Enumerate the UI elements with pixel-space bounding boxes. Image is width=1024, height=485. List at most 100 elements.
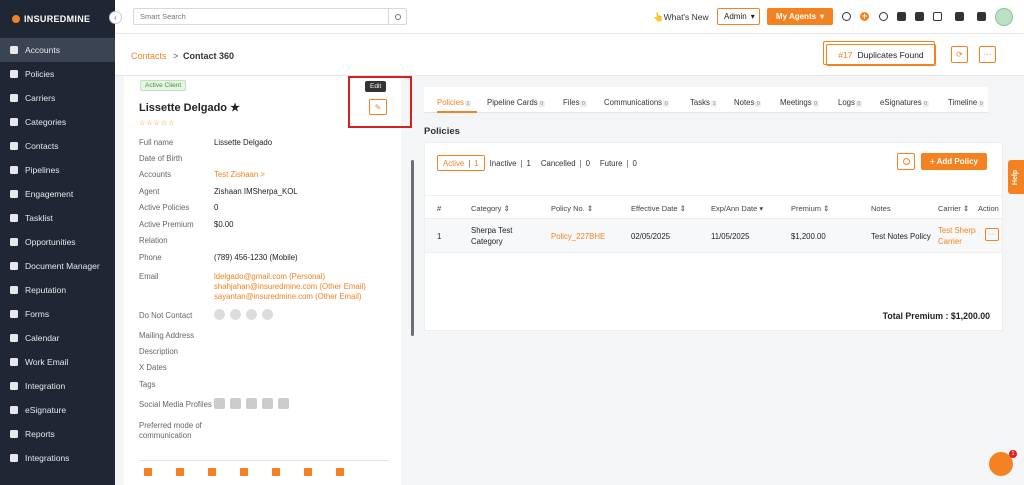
carrier-link-line2[interactable]: Carrier — [938, 237, 962, 246]
filter-active[interactable]: Active | 1 — [437, 155, 485, 171]
sidebar-item-label: Calendar — [25, 333, 60, 343]
filter-future[interactable]: Future | 0 — [595, 155, 642, 171]
search-button[interactable] — [388, 9, 406, 24]
help-tab[interactable]: Help — [1008, 160, 1024, 194]
refresh-icon[interactable] — [842, 12, 851, 21]
sidebar-collapse-button[interactable]: ‹ — [109, 11, 122, 24]
sms-icon[interactable] — [230, 309, 241, 320]
sidebar-item-label: eSignature — [25, 405, 67, 415]
email-link[interactable]: sayantan@insuredmine.com (Other Email) — [214, 292, 361, 301]
filter-cancelled[interactable]: Cancelled | 0 — [536, 155, 595, 171]
message-icon[interactable] — [915, 12, 924, 21]
column-header[interactable]: Carrier ⇕ — [938, 204, 969, 213]
tab-policies[interactable]: Policies 1 — [437, 98, 471, 107]
twitter-icon[interactable] — [246, 398, 257, 409]
policy-search-button[interactable] — [897, 153, 915, 170]
email-action-icon[interactable] — [144, 468, 152, 476]
sidebar-item-reports[interactable]: Reports — [0, 422, 115, 446]
instagram-icon[interactable] — [262, 398, 273, 409]
mail-icon[interactable] — [262, 309, 273, 320]
email-link[interactable]: shahjahan@insuredmine.com (Other Email) — [214, 282, 366, 291]
email-icon[interactable] — [214, 309, 225, 320]
phone-icon[interactable] — [246, 309, 257, 320]
edit-contact-button[interactable]: ✎ — [369, 99, 387, 115]
sidebar-item-work-email[interactable]: Work Email — [0, 350, 115, 374]
sidebar-item-esignature[interactable]: eSignature — [0, 398, 115, 422]
tab-files[interactable]: Files 0 — [563, 98, 587, 107]
breadcrumb-contacts-link[interactable]: Contacts — [131, 51, 167, 61]
more-options-button[interactable]: ··· — [979, 46, 996, 63]
filter-inactive[interactable]: Inactive | 1 — [485, 155, 536, 171]
role-select[interactable]: Admin ▾ — [717, 8, 760, 25]
sidebar-item-label: Pipelines — [25, 165, 60, 175]
facebook-icon[interactable] — [230, 398, 241, 409]
sidebar-item-integration[interactable]: Integration — [0, 374, 115, 398]
tab-communications[interactable]: Communications 0 — [604, 98, 670, 107]
message-action-icon[interactable] — [176, 468, 184, 476]
sidebar-item-opportunities[interactable]: Opportunities — [0, 230, 115, 254]
sidebar-item-calendar[interactable]: Calendar — [0, 326, 115, 350]
user-avatar[interactable] — [995, 8, 1013, 26]
logo[interactable]: INSUREDMINE — [0, 0, 115, 38]
sync-button[interactable]: ⟳ — [951, 46, 968, 63]
tab-logs[interactable]: Logs 0 — [838, 98, 862, 107]
column-header[interactable]: Effective Date ⇕ — [631, 204, 686, 213]
smart-search-input[interactable] — [134, 9, 384, 24]
sidebar-item-policies[interactable]: Policies — [0, 62, 115, 86]
clock-icon[interactable] — [879, 12, 888, 21]
sidebar-item-forms[interactable]: Forms — [0, 302, 115, 326]
rating-stars[interactable]: ☆☆☆☆☆ — [139, 119, 175, 127]
notification-icon[interactable] — [897, 12, 906, 21]
sidebar-item-pipelines[interactable]: Pipelines — [0, 158, 115, 182]
whats-new-link[interactable]: 👆What's New — [653, 12, 709, 23]
sidebar-item-contacts[interactable]: Contacts — [0, 134, 115, 158]
field-value[interactable]: Test Zishaan > — [214, 170, 265, 179]
document-icon[interactable] — [977, 12, 986, 21]
filter-label: Future — [599, 158, 623, 168]
field-label: Date of Birth — [139, 154, 183, 163]
tab-notes[interactable]: Notes 0 — [734, 98, 762, 107]
linkedin-icon[interactable] — [214, 398, 225, 409]
sidebar-item-carriers[interactable]: Carriers — [0, 86, 115, 110]
folder-action-icon[interactable] — [336, 468, 344, 476]
phone-icon[interactable] — [933, 12, 942, 21]
tab-meetings[interactable]: Meetings 0 — [780, 98, 819, 107]
sidebar-item-engagement[interactable]: Engagement — [0, 182, 115, 206]
favorite-star-icon[interactable]: ★ — [230, 102, 240, 114]
add-policy-button[interactable]: + Add Policy — [921, 153, 987, 170]
filter-count: 0 — [585, 158, 590, 168]
filter-label: Inactive — [489, 158, 517, 168]
row-category-line2: Category — [471, 237, 503, 246]
phone-action-icon[interactable] — [240, 468, 248, 476]
sidebar-item-accounts[interactable]: Accounts — [0, 38, 115, 62]
tab-count: 1 — [464, 101, 471, 107]
sidebar-item-integrations[interactable]: Integrations — [0, 446, 115, 470]
tab-timeline[interactable]: Timeline 0 — [948, 98, 985, 107]
task-action-icon[interactable] — [272, 468, 280, 476]
column-header[interactable]: Premium ⇕ — [791, 204, 829, 213]
policy-number-link[interactable]: Policy_227BHE — [551, 232, 605, 241]
column-header[interactable]: Exp/Ann Date ▾ — [711, 204, 763, 213]
column-header[interactable]: Policy No. ⇕ — [551, 204, 593, 213]
calendar-action-icon[interactable] — [208, 468, 216, 476]
tab-tasks[interactable]: Tasks 1 — [690, 98, 717, 107]
globe-icon[interactable] — [278, 398, 289, 409]
tab-esignatures[interactable]: eSignatures 0 — [880, 98, 929, 107]
tab-pipeline-cards[interactable]: Pipeline Cards 0 — [487, 98, 545, 107]
note-action-icon[interactable] — [304, 468, 312, 476]
profile-scrollbar[interactable] — [411, 160, 414, 336]
sidebar-item-tasklist[interactable]: Tasklist — [0, 206, 115, 230]
row-action-button[interactable]: ··· — [985, 228, 999, 241]
column-header[interactable]: Category ⇕ — [471, 204, 510, 213]
my-agents-button[interactable]: My Agents ▾ — [767, 8, 833, 25]
chip-icon[interactable] — [955, 12, 964, 21]
sidebar-item-document-manager[interactable]: Document Manager — [0, 254, 115, 278]
sidebar-item-label: Forms — [25, 309, 50, 319]
carrier-link-line1[interactable]: Test Sherpa — [938, 226, 976, 235]
email-link[interactable]: ldelgado@gmail.com (Personal) — [214, 272, 325, 281]
table-row[interactable]: 1 Sherpa Test Category Policy_227BHE 02/… — [425, 219, 1002, 253]
duplicates-found-button[interactable]: #17 Duplicates Found — [823, 41, 936, 66]
sidebar-item-reputation[interactable]: Reputation — [0, 278, 115, 302]
sidebar-item-categories[interactable]: Categories — [0, 110, 115, 134]
add-icon[interactable]: + — [860, 12, 869, 21]
